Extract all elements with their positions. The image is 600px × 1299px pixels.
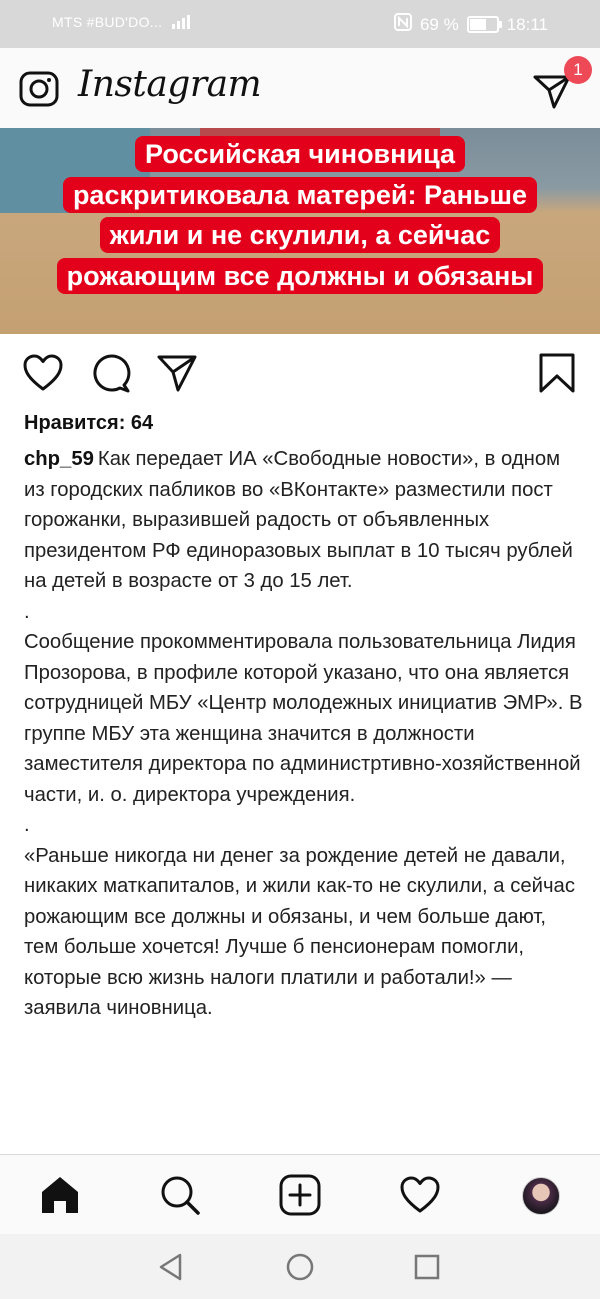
image-headline-text: Российская чиновница раскритиковала мате… bbox=[56, 136, 544, 294]
clock: 18:11 bbox=[506, 14, 548, 34]
caption-separator: . bbox=[24, 600, 30, 623]
activity-heart-icon[interactable] bbox=[398, 1173, 442, 1217]
app-logo-title: Instagram bbox=[78, 64, 262, 105]
image-headline: Российская чиновница раскритиковала мате… bbox=[40, 134, 560, 296]
post-caption: chp_59 Как передает ИА «Свободные новости… bbox=[24, 444, 584, 1024]
app-header: Instagram 1 bbox=[0, 48, 600, 129]
save-bookmark-icon[interactable] bbox=[536, 352, 578, 394]
home-icon[interactable] bbox=[38, 1173, 82, 1217]
post-image[interactable]: Российская чиновница раскритиковала мате… bbox=[0, 128, 600, 334]
new-post-icon[interactable] bbox=[278, 1173, 322, 1217]
caption-paragraph: chp_59 Как передает ИА «Свободные новости… bbox=[24, 444, 584, 597]
home-circle-icon[interactable] bbox=[285, 1252, 315, 1282]
carrier-name: MTS #BUD'DO... bbox=[52, 14, 163, 30]
status-bar: MTS #BUD'DO... 69 % 18:11 bbox=[0, 0, 600, 48]
battery-icon bbox=[466, 16, 502, 33]
likes-count[interactable]: Нравится: 64 bbox=[24, 412, 153, 435]
signal-icon bbox=[170, 14, 194, 35]
nfc-icon bbox=[393, 13, 412, 36]
comment-icon[interactable] bbox=[90, 352, 132, 394]
post-actions bbox=[0, 348, 600, 398]
profile-avatar[interactable] bbox=[522, 1177, 560, 1215]
system-nav-bar bbox=[0, 1234, 600, 1299]
recents-square-icon[interactable] bbox=[412, 1252, 442, 1282]
search-icon[interactable] bbox=[158, 1173, 202, 1217]
share-icon[interactable] bbox=[156, 352, 198, 394]
post-username[interactable]: chp_59 bbox=[24, 448, 94, 470]
caption-separator: . bbox=[24, 814, 30, 836]
caption-paragraph: «Раньше никогда ни денег за рождение дет… bbox=[24, 844, 575, 1020]
caption-paragraph: Сообщение прокомментировала пользователь… bbox=[24, 631, 583, 806]
notification-badge: 1 bbox=[564, 56, 592, 84]
back-icon[interactable] bbox=[156, 1252, 186, 1282]
camera-icon[interactable] bbox=[18, 68, 60, 110]
bottom-nav bbox=[0, 1154, 600, 1235]
caption-text: Как передает ИА «Свободные новости», в о… bbox=[24, 448, 573, 592]
like-heart-icon[interactable] bbox=[22, 352, 64, 394]
battery-percent: 69 % bbox=[419, 14, 459, 34]
